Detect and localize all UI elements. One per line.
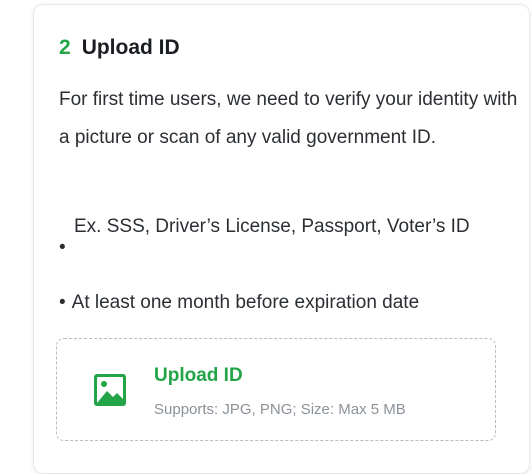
image-icon [94,374,126,406]
upload-dropzone[interactable]: Upload ID Supports: JPG, PNG; Size: Max … [56,338,496,441]
step-number: 2 [59,36,71,59]
bullet-marker: • [59,292,66,313]
step-description: For first time users, we need to verify … [59,89,518,148]
list-item-text: Ex. SSS, Driver’s License, Passport, Vot… [74,216,470,237]
step-title: Upload ID [81,36,180,59]
upload-title[interactable]: Upload ID [154,365,243,387]
list-item: • Ex. SSS, Driver’s License, Passport, V… [59,211,519,258]
step-header: 2 Upload ID [59,36,180,60]
upload-id-card: 2 Upload ID For first time users, we nee… [33,4,530,474]
list-item-text: At least one month before expiration dat… [71,292,420,313]
bullet-marker: • [59,237,66,258]
list-item: • At least one month before expiration da… [59,287,419,319]
upload-requirements: Supports: JPG, PNG; Size: Max 5 MB [154,401,406,418]
